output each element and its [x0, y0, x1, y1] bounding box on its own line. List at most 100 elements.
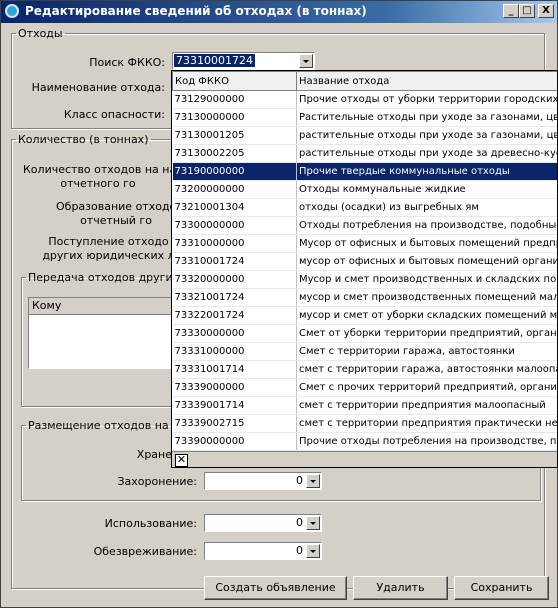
fkko-row[interactable]: 73130001205 растительные отходы при уходе… — [172, 126, 557, 145]
fkko-row[interactable]: 73129000000 Прочие отходы от уборки терри… — [172, 90, 557, 109]
fkko-code-cell: 73331000000 — [172, 342, 297, 361]
app-icon — [5, 4, 19, 18]
transfer-list[interactable]: Кому — [28, 297, 173, 369]
fkko-name-cell: мусор и смет производственных помещений … — [296, 288, 557, 307]
search-fkko-combo[interactable]: 73310001724 — [172, 52, 315, 70]
chevron-down-icon[interactable] — [306, 516, 320, 530]
neutralization-input[interactable]: 0 — [204, 542, 322, 560]
fkko-row[interactable]: 73331001714 смет с территории гаража, авт… — [172, 360, 557, 379]
fkko-code-cell: 73310000000 — [172, 234, 297, 253]
fkko-table-header: Код ФККО Название отхода — [172, 71, 557, 91]
storage-label: Хране — [136, 448, 172, 461]
quantity-group-legend: Количество (в тоннах) — [18, 133, 149, 146]
fkko-code-cell: 73130001205 — [172, 126, 297, 145]
fkko-code-cell: 73130002205 — [172, 144, 297, 163]
fkko-row[interactable]: 73339000000 Смет с прочих территорий пред… — [172, 378, 557, 397]
title-bar[interactable]: Редактирование сведений об отходах (в то… — [1, 1, 557, 23]
fkko-name-cell: мусор и смет от уборки складских помещен… — [296, 306, 557, 325]
fkko-name-cell: Прочие отходы потребления на производств… — [296, 432, 557, 451]
fkko-row[interactable]: 73390000000 Прочие отходы потребления на … — [172, 432, 557, 451]
fkko-name-cell: смет с территории гаража, автостоянки ма… — [296, 360, 557, 379]
waste-name-label: Наименование отхода: — [31, 81, 165, 94]
chevron-down-icon[interactable] — [306, 544, 320, 558]
hazard-class-label: Класс опасности: — [63, 108, 165, 121]
fkko-row[interactable]: 73130000000 Растительные отходы при уходе… — [172, 108, 557, 127]
fkko-row[interactable]: 73310000000 Мусор от офисных и бытовых по… — [172, 234, 557, 253]
fkko-row[interactable]: 73339002715 смет с территории предприятия… — [172, 414, 557, 433]
col-code-header[interactable]: Код ФККО — [172, 71, 297, 91]
start-quantity-label: Количество отходов на нача отчетного го — [23, 163, 189, 190]
fkko-code-cell: 73129000000 — [172, 90, 297, 109]
fkko-name-cell: растительные отходы при уходе за древесн… — [296, 144, 557, 163]
fkko-row[interactable]: 73322001724 мусор и смет от уборки складс… — [172, 306, 557, 325]
fkko-code-cell: 73130000000 — [172, 108, 297, 127]
fkko-name-cell: мусор от офисных и бытовых помещений орг… — [296, 252, 557, 271]
fkko-name-cell: Растительные отходы при уходе за газонам… — [296, 108, 557, 127]
fkko-row[interactable]: 73330000000 Смет от уборки территории пре… — [172, 324, 557, 343]
fkko-row[interactable]: 73200000000 Отходы коммунальные жидкие — [172, 180, 557, 199]
fkko-name-cell: Отходы потребления на производстве, подо… — [296, 216, 557, 235]
fkko-name-cell: Смет от уборки территории предприятий, о… — [296, 324, 557, 343]
formed-label: Образование отходо отчетный го — [56, 200, 177, 227]
fkko-name-cell: Смет с территории гаража, автостоянки — [296, 342, 557, 361]
dropdown-footer: ✕ — [172, 451, 557, 467]
burial-input[interactable]: 0 — [204, 472, 322, 490]
fkko-row[interactable]: 73300000000 Отходы потребления на произво… — [172, 216, 557, 235]
neutralization-value: 0 — [296, 544, 303, 557]
fkko-code-cell: 73322001724 — [172, 306, 297, 325]
fkko-code-cell: 73330000000 — [172, 324, 297, 343]
chevron-down-icon[interactable] — [306, 474, 320, 488]
minimize-button[interactable]: _ — [503, 4, 519, 18]
fkko-code-cell: 73339000000 — [172, 378, 297, 397]
received-label: Поступление отходо других юридических л — [42, 235, 174, 262]
fkko-code-cell: 73339001714 — [172, 396, 297, 415]
fkko-name-cell: растительные отходы при уходе за газонам… — [296, 126, 557, 145]
fkko-name-cell: Мусор от офисных и бытовых помещений пре… — [296, 234, 557, 253]
chevron-down-icon[interactable] — [299, 54, 313, 68]
fkko-code-cell: 73390000000 — [172, 432, 297, 451]
fkko-row[interactable]: 73331000000 Смет с территории гаража, авт… — [172, 342, 557, 361]
fkko-code-cell: 73320000000 — [172, 270, 297, 289]
fkko-row[interactable]: 73320000000 Мусор и смет производственных… — [172, 270, 557, 289]
fkko-name-cell: Мусор и смет производственных и складски… — [296, 270, 557, 289]
neutralization-label: Обезвреживание: — [93, 545, 197, 558]
placement-group-legend: Размещение отходов на соб — [28, 419, 192, 432]
save-button[interactable]: Сохранить — [454, 576, 549, 600]
fkko-table-body: 73129000000 Прочие отходы от уборки терри… — [172, 90, 557, 451]
delete-button[interactable]: Удалить — [353, 576, 448, 600]
maximize-button[interactable]: □ — [519, 4, 535, 18]
fkko-name-cell: смет с территории предприятия практическ… — [296, 414, 557, 433]
burial-value: 0 — [296, 474, 303, 487]
fkko-row[interactable]: 73130002205 растительные отходы при уходе… — [172, 144, 557, 163]
fkko-code-cell: 73339002715 — [172, 414, 297, 433]
fkko-row[interactable]: 73310001724 мусор от офисных и бытовых по… — [172, 252, 557, 271]
fkko-name-cell: смет с территории предприятия малоопасны… — [296, 396, 557, 415]
fkko-name-cell: Прочие твердые коммунальные отходы — [296, 162, 557, 181]
fkko-name-cell: Смет с прочих территорий предприятий, ор… — [296, 378, 557, 397]
close-button[interactable]: X — [538, 4, 554, 18]
fkko-table: Код ФККО Название отхода 73129000000 Проч… — [172, 71, 557, 451]
fkko-name-cell: отходы (осадки) из выгребных ям — [296, 198, 557, 217]
fkko-code-cell: 73310001724 — [172, 252, 297, 271]
fkko-row[interactable]: 73190000000 Прочие твердые коммунальные о… — [172, 162, 557, 181]
fkko-dropdown[interactable]: Код ФККО Название отхода 73129000000 Проч… — [171, 70, 558, 468]
fkko-code-cell: 73321001724 — [172, 288, 297, 307]
col-name-header[interactable]: Название отхода — [296, 71, 557, 91]
fkko-name-cell: Прочие отходы от уборки территории город… — [296, 90, 557, 109]
use-label: Использование: — [104, 517, 197, 530]
waste-group-legend: Отходы — [18, 27, 63, 40]
close-icon[interactable]: ✕ — [175, 454, 188, 467]
fkko-row[interactable]: 73321001724 мусор и смет производственных… — [172, 288, 557, 307]
fkko-row[interactable]: 73210001304 отходы (осадки) из выгребных … — [172, 198, 557, 217]
fkko-name-cell: Отходы коммунальные жидкие — [296, 180, 557, 199]
transfer-col-to[interactable]: Кому — [29, 298, 172, 315]
search-fkko-label: Поиск ФККО: — [89, 56, 165, 69]
fkko-code-cell: 73300000000 — [172, 216, 297, 235]
fkko-code-cell: 73190000000 — [172, 162, 297, 181]
fkko-row[interactable]: 73339001714 смет с территории предприятия… — [172, 396, 557, 415]
fkko-code-cell: 73210001304 — [172, 198, 297, 217]
burial-label: Захоронение: — [117, 475, 197, 488]
create-announcement-button[interactable]: Создать объявление — [204, 576, 347, 600]
use-input[interactable]: 0 — [204, 514, 322, 532]
search-fkko-value: 73310001724 — [174, 54, 255, 67]
